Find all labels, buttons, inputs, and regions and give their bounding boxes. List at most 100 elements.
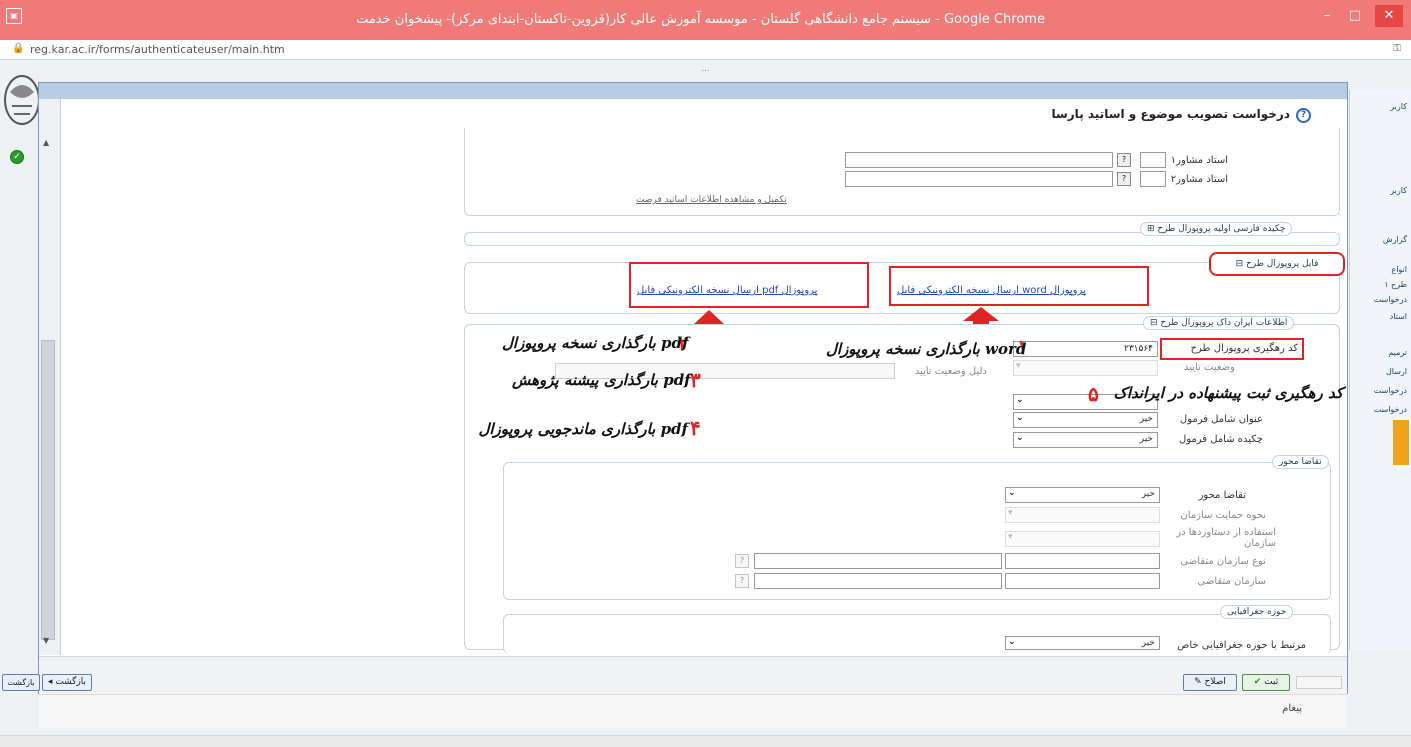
dialog-header-strip [39,83,1347,99]
disabled-field [1296,676,1342,689]
horizontal-scrollbar[interactable] [0,735,1411,747]
advisor-2-search-button[interactable]: ? [1117,172,1131,186]
tracking-code-label: کد رهگیری پروپوزال طرح [1190,343,1298,354]
annotation-note-1: بارگذاری نسخه پروپوزال word [826,340,1027,358]
right-menu-item[interactable]: کاربر [1352,102,1407,111]
window-title: سیستم جامع دانشگاهی گلستان - موسسه آموزش… [356,12,1045,27]
collapse-icon: ⊟ [1235,259,1246,269]
org-name-input[interactable] [754,573,1002,589]
active-menu-marker [1393,420,1409,465]
annotation-note-2: بارگذاری نسخه پروپوزال pdf [502,334,689,352]
back-button-label: بازگشت [55,677,87,687]
use-select: ▾ [1005,531,1160,547]
tracking-code-input[interactable]: ۲۳۱۵۶۴ [1013,341,1158,357]
right-menu-item[interactable]: گزارش [1352,235,1407,244]
right-menu-item[interactable]: استاد [1352,312,1407,321]
advisor-1-name-input[interactable] [845,152,1113,168]
annotation-note-5: کد رهگیری ثبت پیشنهاده در ایرانداک [1113,384,1343,402]
title-formula-value: خیر [1139,414,1153,424]
confirm-button-label: ثبت [1264,677,1279,687]
edit-button[interactable]: ✎ اصلاح [1183,674,1237,691]
advisor-1-code-input[interactable] [1140,152,1166,168]
advisor-2-code-input[interactable] [1140,171,1166,187]
persian-abstract-legend[interactable]: ⊞ چکیده فارسی اولیه پروپوزال طرح [1140,222,1293,236]
dialog-title: درخواست تصویب موضوع و اساتید پارسا [1051,107,1290,121]
message-label: پیغام [1282,703,1302,714]
app-icon: ▣ [6,8,22,24]
send-word-link[interactable]: ارسال نسخه الکترونیکی فایل word پروپوزال [897,285,1086,296]
abstract-formula-select[interactable]: ⌄ خیر [1013,432,1158,448]
check-icon: ✔ [1253,677,1265,687]
org-type-code-input[interactable] [1005,553,1160,569]
status-ok-icon: ✓ [10,150,24,164]
minimize-button[interactable]: – [1313,5,1341,27]
proposal-info-legend[interactable]: ⊟ اطلاعات ایران داک پروپوزال طرح [1143,316,1295,330]
scroll-up-arrow-icon[interactable]: ▲ [43,138,49,147]
right-menu-item[interactable]: کاربر [1352,186,1407,195]
annotation-note-3: بارگذاری پیشنه پژوهش pdf [512,371,691,389]
right-menu-item[interactable]: درخواست [1352,386,1407,395]
dialog-footer [39,656,1347,694]
title-formula-label: عنوان شامل فرمول [1179,414,1263,425]
org-search-button[interactable]: ? [735,574,749,588]
org-type-search-button[interactable]: ? [735,554,749,568]
abstract-formula-label: چکیده شامل فرمول [1178,434,1263,445]
lock-icon: 🔒 [12,43,25,54]
url-text[interactable]: reg.kar.ac.ir/forms/authenticateuser/mai… [30,43,285,56]
advisor-2-label: استاد مشاور۲ [1170,174,1228,185]
complete-info-link[interactable]: تکمیل و مشاهده اطلاعات اساتید فرصت [636,195,787,205]
geo-label: مرتبط با حوزه جغرافیایی خاص [1177,640,1306,651]
support-label: نحوه حمایت سازمان [1180,510,1266,521]
confirm-button[interactable]: ✔ ثبت [1242,674,1290,691]
annotation-number-5: ۵ [1088,382,1099,406]
advisor-1-search-button[interactable]: ? [1117,153,1131,167]
help-icon[interactable]: ? [1296,108,1311,123]
org-type-label: نوع سازمان متقاضی [1180,556,1266,567]
scroll-down-arrow-icon[interactable]: ▼ [43,636,49,645]
proposal-files-legend[interactable]: ⊟ فایل پروپوزال طرح [1209,252,1345,276]
advisor-1-label: استاد مشاور۱ [1170,155,1228,166]
use-label: استفاده از دستاوردها در سازمان [1176,527,1276,549]
right-menu-item[interactable]: درخواست [1352,295,1407,304]
applied-select[interactable]: ⌄ خیر [1005,487,1160,503]
annotation-note-4: بارگذاری ماندجویی پروپوزال pdf [478,420,688,438]
expand-icon: ⊞ [1147,224,1158,234]
tab-header: ... [701,64,710,74]
right-menu-item[interactable]: ترمیم [1352,348,1407,357]
applied-value: خیر [1141,489,1155,499]
approval-status-select: ▾ [1013,360,1158,376]
key-icon[interactable]: ⚿ [1393,43,1401,54]
university-logo-icon [4,75,40,125]
right-menu-item[interactable]: طرح ۱ [1352,280,1407,289]
applied-label: تقاضا محور [1198,490,1246,501]
collapse-icon: ⊟ [1150,318,1161,328]
org-type-name-input[interactable] [754,553,1002,569]
address-bar[interactable]: 🔒 reg.kar.ac.ir/forms/authenticateuser/m… [0,40,1411,60]
back-button[interactable]: ◂ بازگشت [42,674,92,691]
annotation-number-4: ۴ [690,416,701,440]
message-bar: پیغام [39,694,1347,728]
back-button-outer[interactable]: بازگشت [2,674,40,691]
support-select: ▾ [1005,507,1160,523]
annotation-number-3: ۳ [690,368,701,392]
right-menu-panel: کاربر کاربر گزارش انواع طرح ۱ درخواست اس… [1349,90,1411,650]
geo-value: خیر [1141,638,1155,648]
advisor-2-name-input[interactable] [845,171,1113,187]
org-label: سازمان متقاضی [1197,576,1267,587]
approval-reason-label: دلیل وضعیت تایید [914,366,987,377]
right-menu-item[interactable]: انواع [1352,265,1407,274]
right-menu-item[interactable]: درخواست [1352,405,1407,414]
maximize-button[interactable]: □ [1341,5,1369,27]
send-pdf-link[interactable]: ارسال نسخه الکترونیکی فایل pdf پروپوزال [637,285,817,296]
org-code-input[interactable] [1005,573,1160,589]
proposal-files-legend-text: فایل پروپوزال طرح [1246,259,1319,269]
close-button[interactable]: ✕ [1375,5,1403,27]
scrollbar-thumb[interactable] [41,340,55,640]
persian-abstract-legend-text: چکیده فارسی اولیه پروپوزال طرح [1157,224,1286,234]
applied-legend: تقاضا محور [1272,455,1329,469]
edit-button-label: اصلاح [1204,677,1226,687]
geo-select[interactable]: ⌄ خیر [1005,636,1160,650]
right-menu-item[interactable]: ارسال [1352,367,1407,376]
proposal-info-legend-text: اطلاعات ایران داک پروپوزال طرح [1160,318,1288,328]
title-formula-select[interactable]: ⌄ خیر [1013,412,1158,428]
